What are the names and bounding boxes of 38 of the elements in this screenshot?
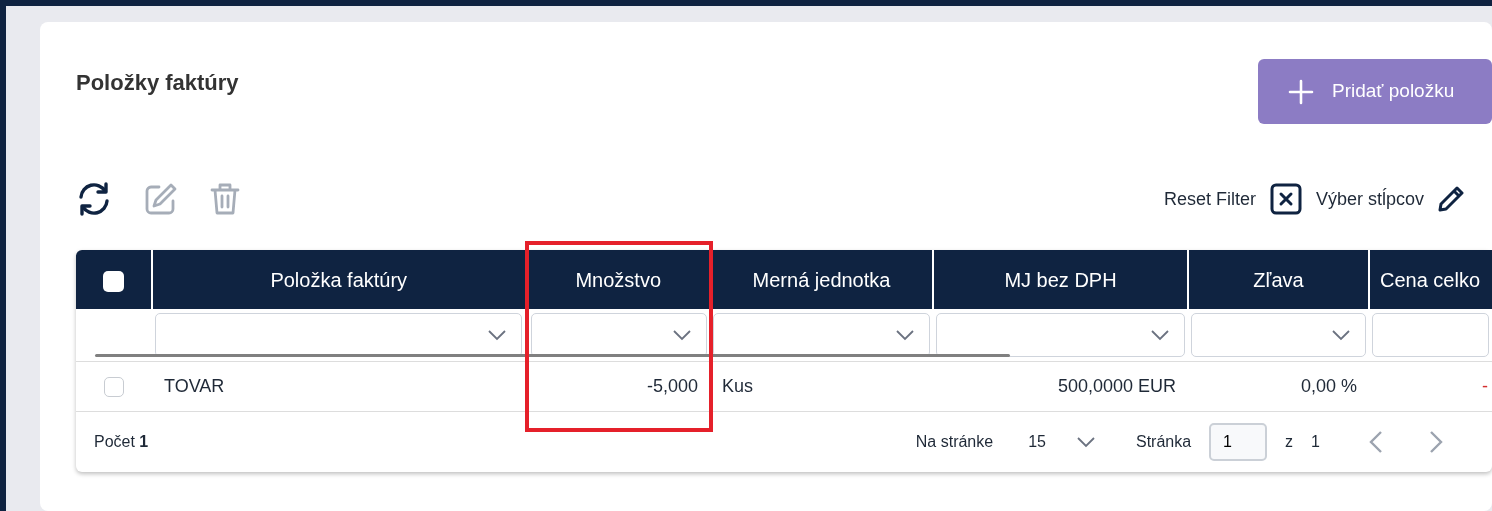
- column-header[interactable]: Položka faktúry: [152, 250, 526, 309]
- add-item-button[interactable]: Pridať položku: [1258, 59, 1492, 124]
- table-cell: -: [1482, 376, 1488, 396]
- column-header[interactable]: Množstvo: [526, 250, 710, 309]
- plus-icon: [1288, 78, 1314, 105]
- page-input[interactable]: 1: [1209, 423, 1268, 461]
- section-title: Položky faktúry: [76, 69, 239, 97]
- pencil-icon: [1438, 186, 1464, 212]
- column-header[interactable]: MJ bez DPH: [933, 250, 1188, 309]
- chevron-left-icon[interactable]: [1368, 430, 1384, 454]
- column-header[interactable]: Merná jednotka: [710, 250, 933, 309]
- per-page-label: Na stránke: [915, 432, 994, 452]
- of-label: z: [1285, 432, 1294, 452]
- table-cell: 0,00 %: [1300, 376, 1357, 396]
- table-cell: 500,0000 EUR: [1057, 376, 1176, 396]
- page-count: 1: [1311, 432, 1320, 452]
- row-checkbox[interactable]: [104, 377, 124, 398]
- reset-filter-button[interactable]: Reset Filter: [1163, 183, 1302, 215]
- column-picker-button[interactable]: Výber stĺpcov: [1315, 185, 1464, 213]
- scrollbar[interactable]: [95, 354, 1010, 357]
- chevron-down-icon: [1075, 436, 1096, 448]
- chevron-down-icon: [895, 329, 915, 341]
- column-header[interactable]: Zľava: [1188, 250, 1369, 309]
- column-header[interactable]: Cena celko: [1369, 250, 1492, 309]
- refresh-icon[interactable]: [76, 182, 112, 216]
- chevron-down-icon: [1150, 329, 1170, 341]
- close-icon: [1269, 183, 1302, 215]
- chevron-right-icon[interactable]: [1428, 430, 1444, 454]
- chevron-down-icon: [1331, 329, 1351, 341]
- table-cell: Kus: [722, 376, 754, 396]
- chevron-down-icon: [486, 329, 507, 341]
- page-label: Stránka: [1135, 432, 1192, 452]
- table-cell: TOVAR: [164, 376, 225, 396]
- per-page-select[interactable]: 15: [1028, 430, 1096, 454]
- table-cell: -5,000: [646, 376, 698, 396]
- row-count: Počet 1: [94, 432, 149, 452]
- chevron-down-icon: [672, 329, 692, 341]
- select-all-checkbox[interactable]: [103, 270, 124, 292]
